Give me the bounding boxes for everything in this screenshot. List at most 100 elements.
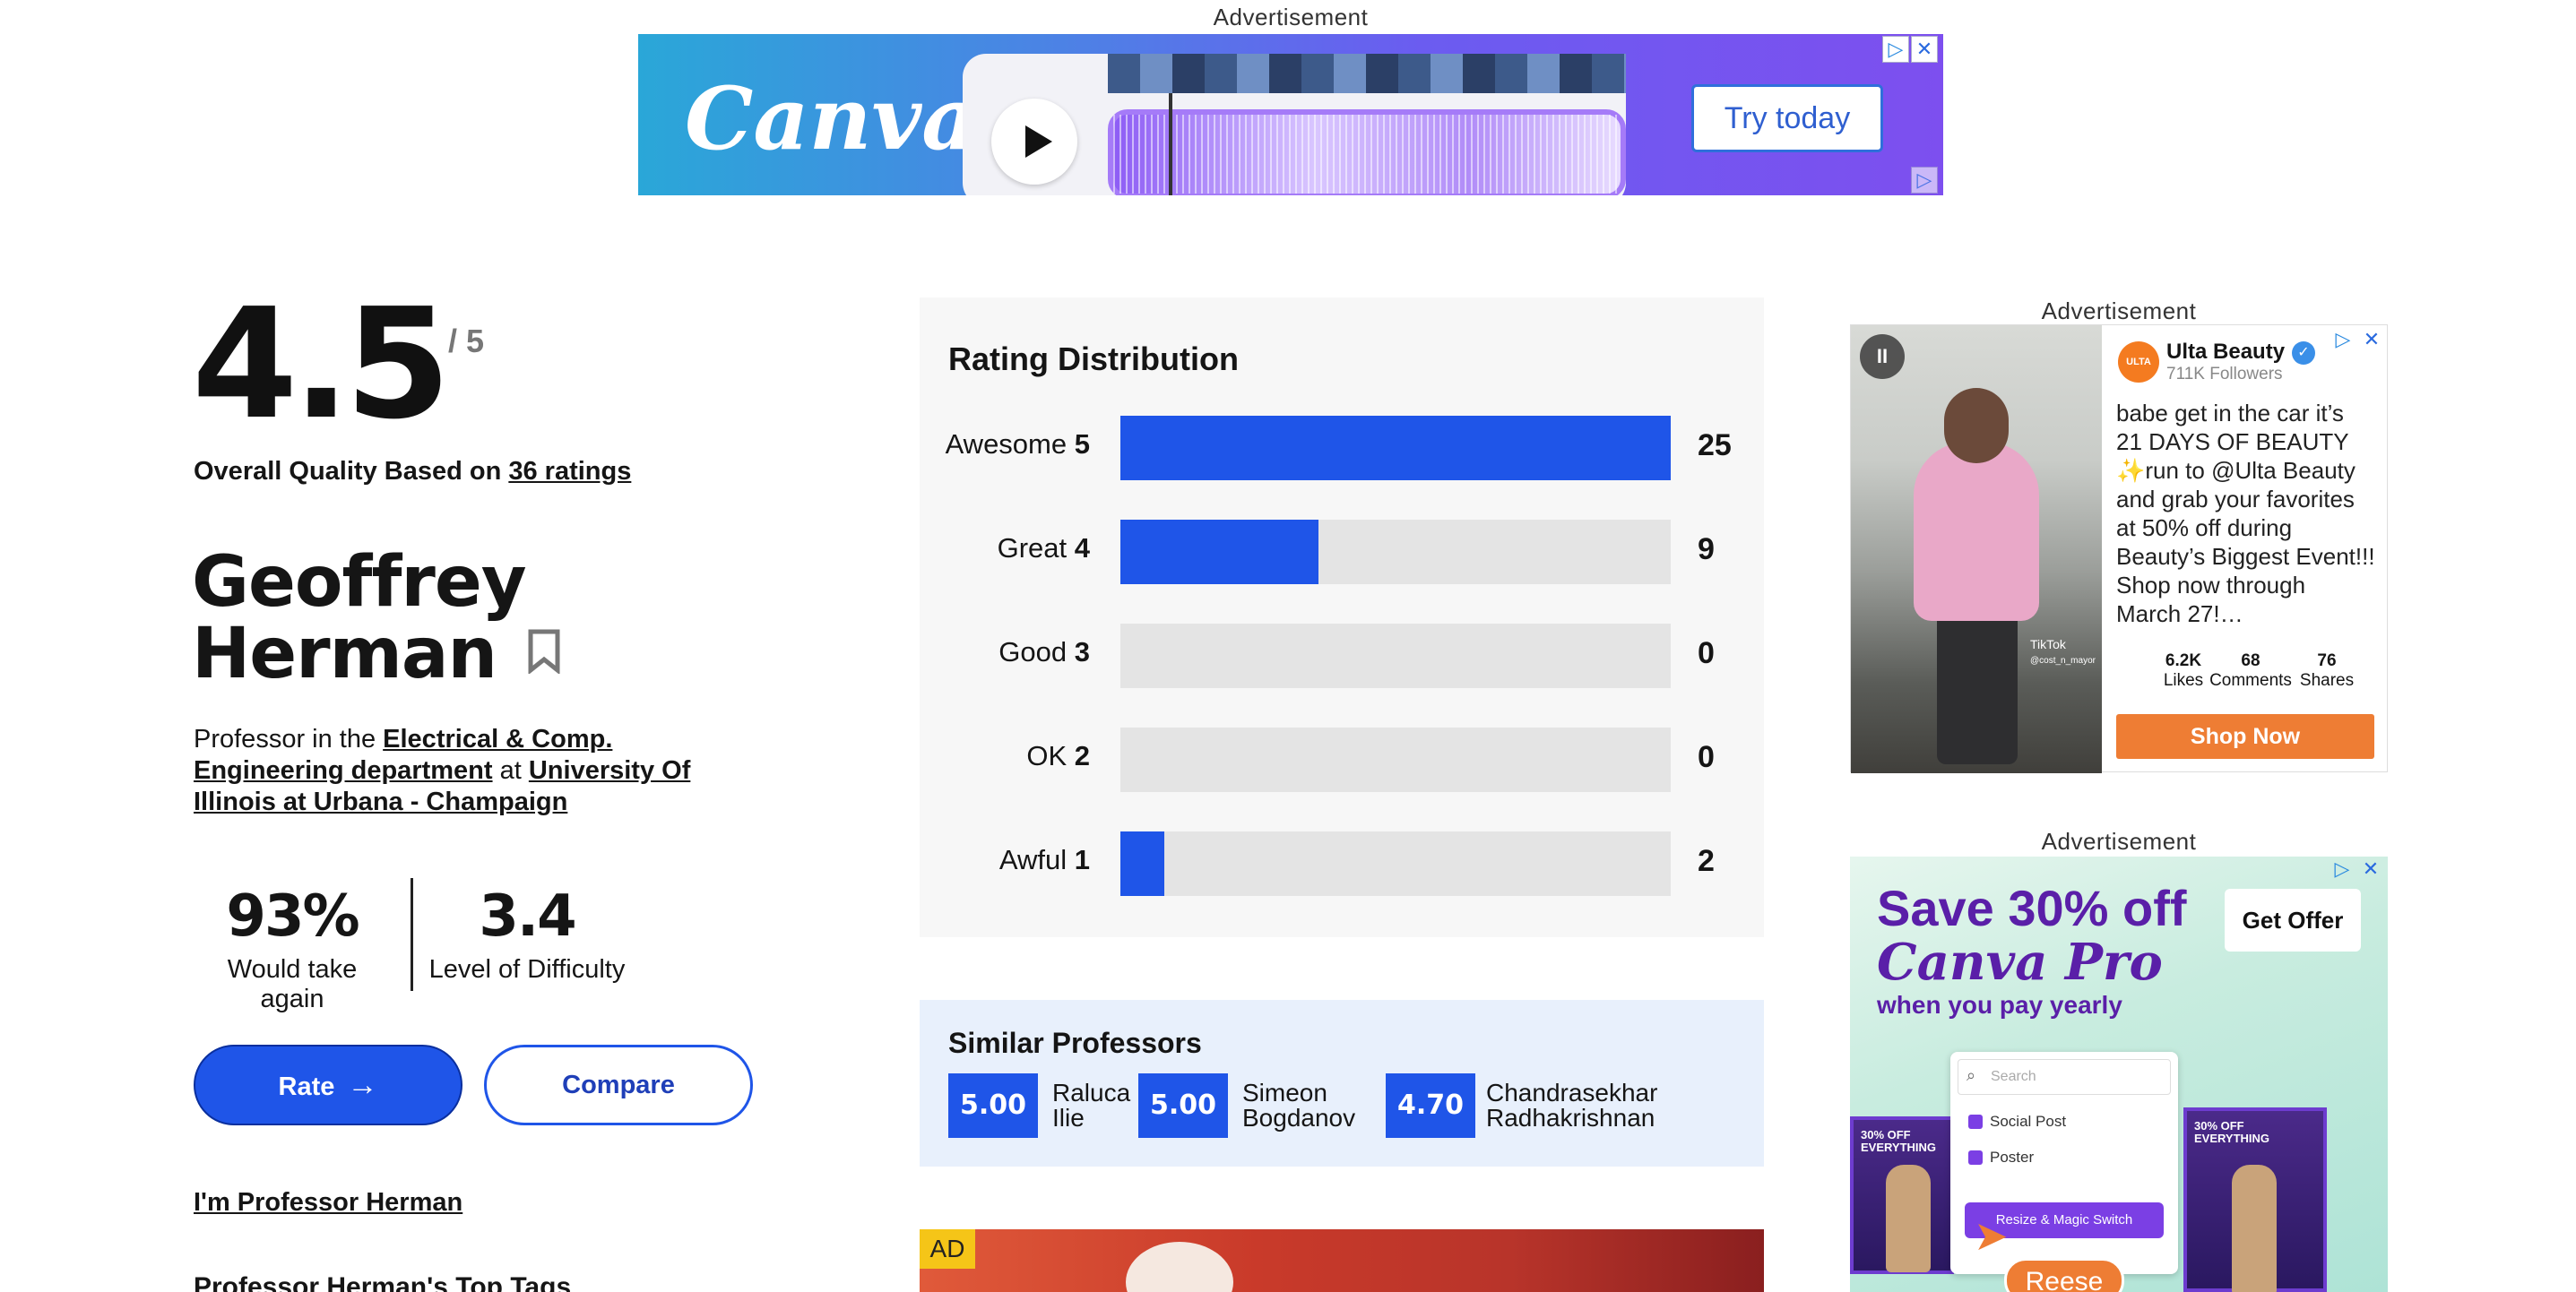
adchoices-icon[interactable]: ▷ (1882, 36, 1909, 63)
canva-logo: Canva (685, 68, 978, 169)
ulta-ad-label: Advertisement (2041, 297, 2197, 324)
close-ad-icon[interactable]: ✕ (2358, 327, 2385, 354)
rate-button[interactable]: Rate → (194, 1045, 462, 1125)
rating-distribution-title: Rating Distribution (948, 340, 1239, 377)
cursor-arrow-icon: ➤ (1974, 1212, 2009, 1259)
video-player-mock (963, 54, 1626, 195)
close-ad-icon[interactable]: ✕ (2357, 857, 2384, 883)
professor-last-name: Herman (192, 614, 497, 694)
poster-figure (1886, 1165, 1931, 1272)
distribution-label-text: OK (1026, 740, 1068, 771)
difficulty-stat: 3.4 Level of Difficulty (428, 883, 626, 985)
poster-left-text: 30% OFF EVERYTHING (1861, 1128, 1937, 1154)
similar-prof-name[interactable]: Raluca Ilie (1052, 1081, 1130, 1131)
distribution-row-label: Great 4 (998, 532, 1090, 564)
pause-icon[interactable]: II (1860, 334, 1905, 379)
similar-prof-name[interactable]: Chandrasekhar Radhakrishnan (1486, 1081, 1657, 1131)
ratings-count-link[interactable]: 36 ratings (508, 457, 631, 486)
similar-professors-title: Similar Professors (948, 1027, 1202, 1059)
canva-pro-product: Canva Pro (1877, 933, 2163, 992)
ad-badge: AD (920, 1229, 975, 1269)
canva-pro-ad[interactable]: Save 30% off Canva Pro when you pay year… (1850, 857, 2388, 1292)
compare-button[interactable]: Compare (484, 1045, 753, 1125)
distribution-count: 9 (1698, 532, 1715, 566)
try-today-button[interactable]: Try today (1691, 84, 1883, 152)
rate-button-label: Rate (278, 1072, 335, 1101)
bottom-video-ad[interactable]: AD (920, 1229, 1764, 1292)
playhead (1169, 93, 1172, 195)
distribution-label-text: Awesome (945, 428, 1068, 460)
ulta-account-name[interactable]: Ulta Beauty (2166, 340, 2285, 365)
play-button[interactable] (991, 99, 1077, 185)
poster-left: 30% OFF EVERYTHING (1850, 1116, 1954, 1274)
canva-search-field: Search (1958, 1059, 2171, 1095)
play-icon (1025, 125, 1052, 158)
ulta-ad-text: babe get in the car it’s 21 DAYS OF BEAU… (2116, 400, 2375, 627)
audio-waveform (1108, 109, 1626, 195)
distribution-bar-fill (1120, 520, 1319, 584)
distribution-row: Awesome 5 25 (920, 416, 1764, 480)
similar-prof-score[interactable]: 5.00 (1138, 1073, 1228, 1138)
adinfo-icon[interactable]: ▷ (1911, 167, 1938, 194)
distribution-bar-track (1120, 728, 1671, 792)
top-ad-label: Advertisement (1213, 4, 1369, 30)
adchoices-icon[interactable]: ▷ (2330, 327, 2356, 354)
close-ad-icon[interactable]: ✕ (1911, 36, 1938, 63)
distribution-label-number: 2 (1074, 740, 1090, 771)
checkbox-checked-icon (1968, 1150, 1983, 1165)
option-social-post: Social Post (1990, 1113, 2067, 1130)
bookmark-icon[interactable] (527, 629, 561, 674)
ulta-tiktok-ad[interactable]: II TikTok @cost_n_mayor ULTA Ulta Beauty… (1850, 324, 2388, 773)
similar-prof-score[interactable]: 5.00 (948, 1073, 1038, 1138)
shares-value: 76 (2317, 651, 2337, 670)
adchoices-icon[interactable]: ▷ (2329, 857, 2356, 883)
similar-prof-name[interactable]: Simeon Bogdanov (1242, 1081, 1355, 1131)
distribution-bar-track (1120, 520, 1671, 584)
distribution-label-text: Great (997, 532, 1068, 564)
overall-quality-prefix: Overall Quality Based on (194, 457, 509, 486)
distribution-row-label: Awesome 5 (946, 428, 1090, 461)
top-tags-heading: Professor Herman's Top Tags (194, 1272, 572, 1292)
distribution-count: 2 (1698, 844, 1715, 878)
similar-prof-score[interactable]: 4.70 (1386, 1073, 1475, 1138)
ulta-video[interactable]: II TikTok @cost_n_mayor (1851, 325, 2102, 773)
shop-now-button[interactable]: Shop Now (2116, 714, 2374, 759)
distribution-row-label: Good 3 (998, 636, 1090, 668)
video-figure-body (1914, 442, 2039, 621)
ulta-avatar: ULTA (2118, 341, 2159, 383)
poster-figure (2232, 1165, 2277, 1292)
ulta-followers: 711K Followers (2166, 365, 2283, 383)
similar-prof-last: Ilie (1052, 1104, 1085, 1132)
distribution-count: 25 (1698, 428, 1732, 462)
shares-label: Shares (2299, 671, 2355, 690)
get-offer-button[interactable]: Get Offer (2225, 889, 2361, 952)
checkbox-checked-icon (1968, 1115, 1983, 1129)
canva-banner-ad[interactable]: Canva Try today ▷ ✕ ▷ (638, 34, 1943, 195)
professor-first-name: Geoffrey (192, 542, 527, 623)
dept-at: at (492, 756, 529, 785)
comments-label: Comments (2209, 671, 2292, 690)
distribution-label-number: 4 (1074, 532, 1090, 564)
distribution-label-number: 5 (1074, 428, 1090, 460)
search-icon: ⌕ (1967, 1066, 1976, 1084)
cursor-name-tag: Reese (2004, 1258, 2124, 1292)
comments-value: 68 (2241, 651, 2260, 670)
arrow-right-icon: → (347, 1068, 378, 1102)
canva-pro-headline: Save 30% off (1877, 880, 2187, 936)
distribution-bar-fill (1120, 416, 1671, 480)
poster-right: 30% OFF EVERYTHING (2183, 1107, 2327, 1292)
ad-image-detail (1126, 1242, 1233, 1292)
likes-label: Likes (2163, 671, 2204, 690)
im-professor-link[interactable]: I'm Professor Herman (194, 1188, 462, 1218)
option-poster: Poster (1990, 1149, 2035, 1166)
waveform-lines (1113, 115, 1621, 194)
distribution-row-label: Awful 1 (999, 844, 1090, 876)
distribution-count: 0 (1698, 636, 1715, 670)
similar-professors: Similar Professors 5.00 Raluca Ilie 5.00… (920, 1000, 1764, 1167)
distribution-row: OK 2 0 (920, 728, 1764, 792)
shares-stat: 76 Shares (2295, 651, 2358, 691)
distribution-bar-track (1120, 831, 1671, 896)
distribution-label-text: Good (998, 636, 1068, 668)
distribution-bar-fill (1120, 831, 1165, 896)
video-figure-head (1944, 388, 2009, 463)
